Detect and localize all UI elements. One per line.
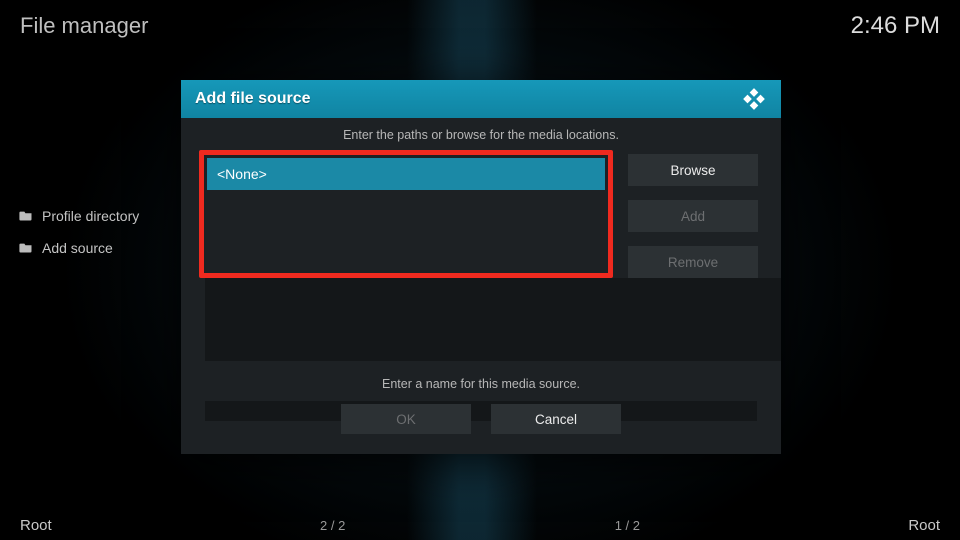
- remove-path-button[interactable]: Remove: [628, 246, 758, 278]
- folder-icon: [19, 240, 42, 256]
- browse-button[interactable]: Browse: [628, 154, 758, 186]
- path-list[interactable]: [205, 278, 781, 361]
- add-path-button[interactable]: Add: [628, 200, 758, 232]
- page-title: File manager: [20, 13, 148, 39]
- left-panel-pager: 2 / 2: [320, 518, 345, 533]
- dialog-title: Add file source: [195, 90, 311, 108]
- sidebar-item-profile-directory[interactable]: Profile directory: [15, 200, 185, 232]
- add-file-source-dialog: Add file source Enter the paths or brows…: [181, 80, 781, 454]
- left-file-panel: Profile directory Add source: [15, 200, 185, 264]
- dialog-titlebar: Add file source: [181, 80, 781, 118]
- ok-button[interactable]: OK: [341, 404, 471, 434]
- folder-icon: [19, 208, 42, 224]
- path-input-highlight: <None>: [199, 150, 613, 278]
- sidebar-item-label: Profile directory: [42, 208, 139, 224]
- sidebar-item-add-source[interactable]: Add source: [15, 232, 185, 264]
- system-clock: 2:46 PM: [851, 12, 940, 40]
- footer-bar: Root 2 / 2 1 / 2 Root: [20, 517, 940, 534]
- cancel-button[interactable]: Cancel: [491, 404, 621, 434]
- kodi-logo-icon: [741, 86, 767, 112]
- paths-instruction: Enter the paths or browse for the media …: [181, 128, 781, 142]
- path-input[interactable]: <None>: [207, 158, 605, 190]
- sidebar-item-label: Add source: [42, 240, 113, 256]
- footer-left-path: Root: [20, 517, 52, 534]
- footer-pagers: 2 / 2 1 / 2: [52, 518, 909, 533]
- header-bar: File manager 2:46 PM: [20, 12, 940, 40]
- footer-right-path: Root: [908, 517, 940, 534]
- right-panel-pager: 1 / 2: [615, 518, 640, 533]
- name-instruction: Enter a name for this media source.: [181, 377, 781, 391]
